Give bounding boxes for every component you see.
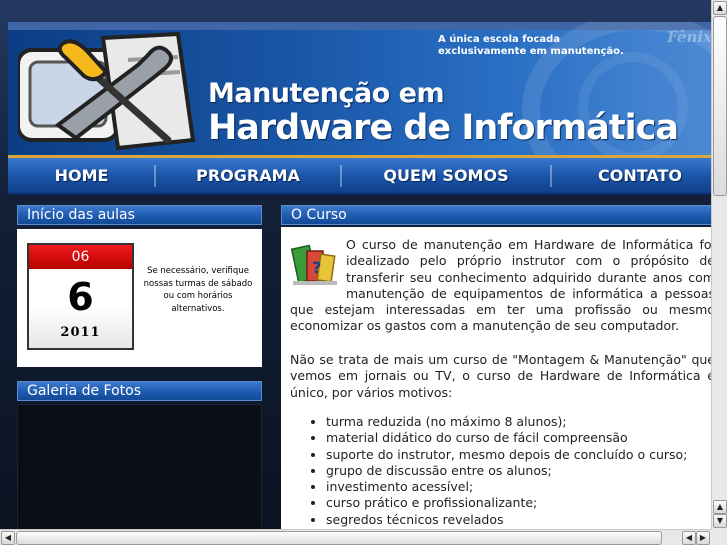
list-item: suporte do instrutor, mesmo depois de co… [326, 447, 711, 463]
header-tagline: A única escola focada exclusivamente em … [438, 34, 624, 57]
vertical-scrollbar[interactable]: ▲ ▲ ▼ [711, 0, 727, 529]
scrollbar-corner [711, 529, 727, 545]
course-panel-title: O Curso [281, 205, 711, 225]
computer-repair-logo-icon [18, 31, 196, 151]
scroll-right-arrow-icon[interactable]: ▶ [696, 531, 710, 545]
scroll-up-arrow-icon[interactable]: ▲ [713, 1, 727, 15]
course-reasons-list: turma reduzida (no máximo 8 alunos); mat… [306, 414, 711, 528]
list-item: grupo de discussão entre os alunos; [326, 463, 711, 479]
main-navigation: HOME PROGRAMA QUEM SOMOS CONTATO [8, 155, 711, 195]
gallery-panel-title: Galeria de Fotos [17, 381, 262, 401]
start-date-panel: 06 6 2011 Se necessário, verifique nossa… [17, 229, 262, 367]
vertical-scroll-thumb[interactable] [713, 16, 727, 196]
list-item: investimento acessível; [326, 479, 711, 495]
list-item: segredos técnicos revelados [326, 512, 711, 528]
list-item: turma reduzida (no máximo 8 alunos); [326, 414, 711, 430]
photo-gallery[interactable] [17, 404, 262, 529]
brand-watermark: Fênix [667, 28, 711, 46]
scroll-down-arrow-icon[interactable]: ▼ [713, 514, 727, 528]
course-panel: ? O curso de manutenção em Hardware de I… [281, 227, 711, 529]
horizontal-scrollbar[interactable]: ◀ ◀ ▶ [0, 529, 711, 545]
scroll-up-arrow-icon[interactable]: ▲ [713, 500, 727, 514]
calendar-day: 6 [67, 275, 94, 319]
nav-home[interactable]: HOME [8, 158, 155, 193]
scroll-left-arrow-icon[interactable]: ◀ [1, 531, 15, 545]
course-intro-paragraph: O curso de manutenção em Hardware de Inf… [290, 237, 711, 334]
site-title-line1: Manutenção em [208, 78, 445, 109]
course-reasons-intro: Não se trata de mais um curso de "Montag… [290, 352, 711, 400]
schedule-note: Se necessário, verifique nossas turmas d… [143, 266, 253, 314]
nav-quem-somos[interactable]: QUEM SOMOS [342, 158, 550, 193]
page-viewport: Fênix A única escola focada exclusivamen… [0, 0, 711, 529]
nav-contato[interactable]: CONTATO [552, 158, 711, 193]
scroll-left-arrow-icon[interactable]: ◀ [682, 531, 696, 545]
list-item: material didático do curso de fácil comp… [326, 430, 711, 446]
calendar-month: 06 [29, 245, 132, 269]
site-title-line2: Hardware de Informática [208, 108, 679, 148]
nav-programa[interactable]: PROGRAMA [156, 158, 340, 193]
list-item: curso prático e profissionalizante; [326, 495, 711, 511]
start-panel-title: Início das aulas [17, 205, 262, 225]
horizontal-scroll-thumb[interactable] [16, 531, 662, 545]
site-header: Fênix A única escola focada exclusivamen… [8, 22, 711, 155]
calendar-year: 2011 [60, 325, 101, 340]
calendar-widget: 06 6 2011 [27, 243, 134, 350]
